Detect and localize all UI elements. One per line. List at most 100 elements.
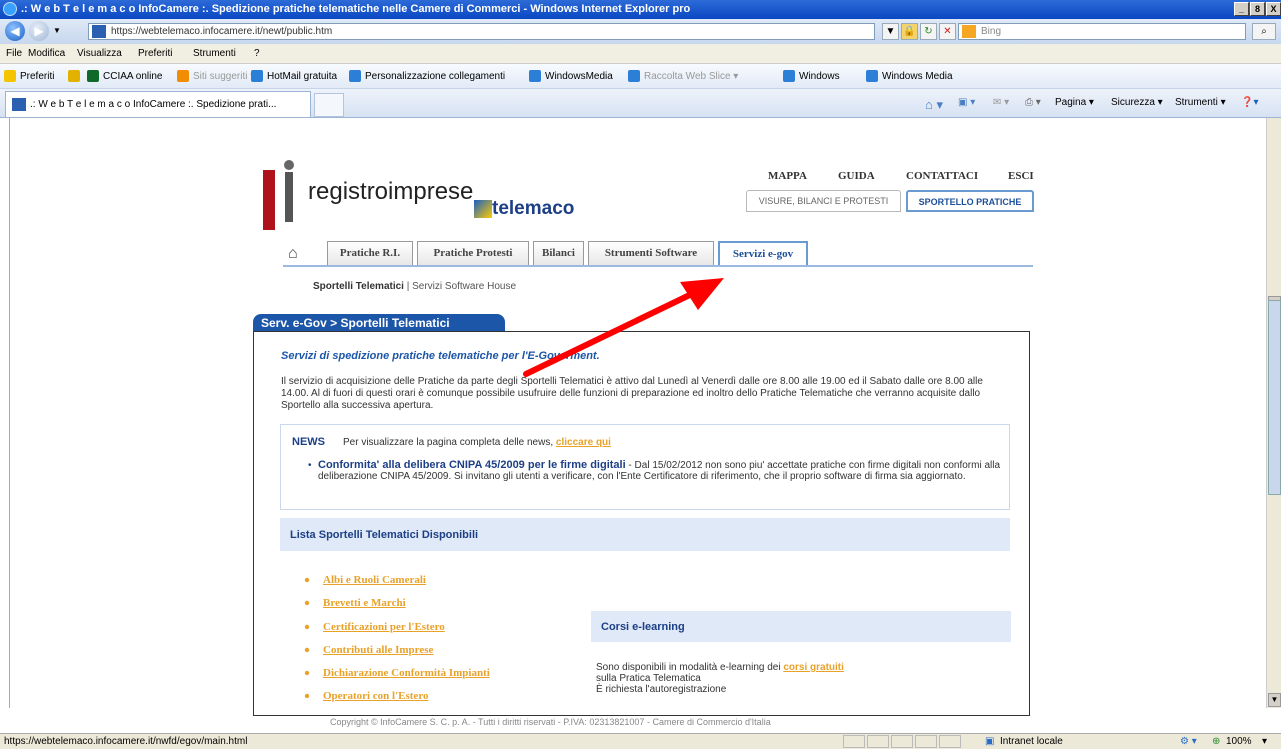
sportello-link[interactable]: Contributi alle Imprese xyxy=(323,644,433,656)
status-pane xyxy=(843,735,865,748)
fav-windows-media[interactable]: Windows Media xyxy=(882,71,953,82)
sportello-link[interactable]: Brevetti e Marchi xyxy=(323,597,406,609)
command-page[interactable]: Pagina ▾ xyxy=(1055,97,1094,108)
corsi-line1: Sono disponibili in modalità e-learning … xyxy=(596,662,781,673)
tab-pratiche-ri[interactable]: Pratiche R.I. xyxy=(327,241,413,265)
fav-suggested[interactable]: Siti suggeriti ▾ xyxy=(193,71,255,82)
suggested-sites-icon xyxy=(177,70,189,82)
subnav-sportelli[interactable]: Sportelli Telematici xyxy=(313,281,404,292)
menu-view[interactable]: Visualizza xyxy=(77,48,122,59)
telemaco-logo[interactable]: telemaco xyxy=(492,198,574,220)
portal-visure-button[interactable]: VISURE, BILANCI E PROTESTI xyxy=(746,190,901,212)
favorites-bar: Preferiti CCIAA online Siti suggeriti ▾ … xyxy=(0,64,1281,89)
list-item[interactable]: Dichiarazione Conformità Impianti xyxy=(303,667,490,679)
scrollbar-thumb[interactable] xyxy=(1268,300,1281,495)
stop-icon[interactable]: ✕ xyxy=(939,23,956,40)
address-bar[interactable]: https://webtelemaco.infocamere.it/newt/p… xyxy=(88,23,875,40)
close-button[interactable]: X xyxy=(1266,2,1281,16)
ie-page-icon xyxy=(866,70,878,82)
link-mappa[interactable]: MAPPA xyxy=(768,170,807,182)
menu-favorites[interactable]: Preferiti xyxy=(138,48,172,59)
status-zoom[interactable]: 100% xyxy=(1226,736,1252,747)
scroll-down-icon[interactable]: ▼ xyxy=(1268,693,1281,707)
fav-personalize[interactable]: Personalizzazione collegamenti xyxy=(365,71,505,82)
bullet-icon xyxy=(304,647,310,653)
menu-help[interactable]: ? xyxy=(254,48,260,59)
nav-underline xyxy=(283,265,1033,267)
print-icon[interactable]: ⎙ ▾ xyxy=(1025,97,1041,108)
address-dropdown-icon[interactable]: ▼ xyxy=(882,23,899,40)
search-placeholder: Bing xyxy=(981,26,1002,37)
menu-edit[interactable]: Modifica xyxy=(28,48,65,59)
status-pane xyxy=(867,735,889,748)
vertical-scrollbar[interactable]: ▲ ▼ xyxy=(1266,118,1281,708)
zoom-icon[interactable]: ⊕ xyxy=(1212,736,1220,747)
fav-hotmail[interactable]: HotMail gratuita xyxy=(267,71,337,82)
list-item[interactable]: Operatori con l'Estero xyxy=(303,690,429,702)
history-dropdown-icon[interactable]: ▼ xyxy=(53,26,61,35)
news-link[interactable]: cliccare qui xyxy=(556,437,611,448)
protected-mode-icon[interactable]: ⚙ ▾ xyxy=(1180,736,1197,747)
feeds-icon[interactable]: ▣ ▾ xyxy=(958,97,975,108)
sportello-link[interactable]: Dichiarazione Conformità Impianti xyxy=(323,667,490,679)
search-box[interactable]: Bing xyxy=(958,23,1246,40)
favorites-star-icon xyxy=(4,70,16,82)
ie-page-icon xyxy=(349,70,361,82)
tab-pratiche-protesti[interactable]: Pratiche Protesti xyxy=(417,241,529,265)
add-favorite-icon[interactable] xyxy=(68,70,80,82)
list-item[interactable]: Brevetti e Marchi xyxy=(303,597,406,609)
panel-description: Il servizio di acquisizione delle Pratic… xyxy=(281,376,983,411)
menu-file[interactable]: File xyxy=(6,48,22,59)
subnav-software-house[interactable]: Servizi Software House xyxy=(412,281,516,292)
help-icon[interactable]: ❓▾ xyxy=(1241,97,1258,108)
list-item[interactable]: Contributi alle Imprese xyxy=(303,644,433,656)
corsi-line3: È richiesta l'autoregistrazione xyxy=(596,684,727,695)
link-esci[interactable]: ESCI xyxy=(1008,170,1034,182)
corsi-text: Sono disponibili in modalità e-learning … xyxy=(596,662,844,695)
maximize-button[interactable]: 8 xyxy=(1250,2,1265,16)
sportello-link[interactable]: Certificazioni per l'Estero xyxy=(323,621,445,633)
browser-tab[interactable]: .: W e b T e l e m a c o InfoCamere :. S… xyxy=(5,91,311,117)
favorites-button[interactable]: Preferiti xyxy=(20,71,54,82)
corsi-header: Corsi e-learning xyxy=(591,611,1011,642)
address-url[interactable]: https://webtelemaco.infocamere.it/newt/p… xyxy=(111,26,332,37)
forward-button[interactable]: ▶ xyxy=(29,21,49,41)
sportello-link[interactable]: Albi e Ruoli Camerali xyxy=(323,574,426,586)
sportello-link[interactable]: Operatori con l'Estero xyxy=(323,690,429,702)
news-item-title[interactable]: Conformita' alla delibera CNIPA 45/2009 … xyxy=(318,459,626,471)
command-security[interactable]: Sicurezza ▾ xyxy=(1111,97,1163,108)
portal-sportello-button[interactable]: SPORTELLO PRATICHE xyxy=(906,190,1034,212)
command-tools[interactable]: Strumenti ▾ xyxy=(1175,97,1226,108)
mail-icon[interactable]: ✉ ▾ xyxy=(993,97,1009,108)
tab-bilanci[interactable]: Bilanci xyxy=(533,241,584,265)
list-item[interactable]: Albi e Ruoli Camerali xyxy=(303,574,426,586)
registroimprese-logo[interactable]: registroimprese xyxy=(308,178,473,206)
home-icon[interactable]: ⌂ ▾ xyxy=(925,97,943,113)
lock-icon[interactable]: 🔒 xyxy=(901,23,918,40)
corsi-link[interactable]: corsi gratuiti xyxy=(783,662,844,673)
menu-tools[interactable]: Strumenti xyxy=(193,48,236,59)
fav-windows[interactable]: Windows xyxy=(799,71,840,82)
intranet-icon: ▣ xyxy=(985,736,995,747)
home-icon[interactable]: ⌂ xyxy=(288,245,308,263)
ie-page-icon xyxy=(783,70,795,82)
search-button[interactable]: ⌕ xyxy=(1252,23,1276,40)
logo-i xyxy=(285,172,293,222)
back-button[interactable]: ◀ xyxy=(5,21,25,41)
tab-strumenti-software[interactable]: Strumenti Software xyxy=(588,241,714,265)
fav-windowsmedia[interactable]: WindowsMedia xyxy=(545,71,613,82)
status-pane xyxy=(891,735,913,748)
zoom-dropdown-icon[interactable]: ▾ xyxy=(1262,736,1267,747)
refresh-icon[interactable]: ↻ xyxy=(920,23,937,40)
browser-window: { "window": {"title": ".: W e b T e l e … xyxy=(0,0,1281,749)
address-toolbar: ◀ ▶ ▼ https://webtelemaco.infocamere.it/… xyxy=(0,19,1281,44)
fav-cciaa[interactable]: CCIAA online xyxy=(103,71,162,82)
minimize-button[interactable]: _ xyxy=(1234,2,1249,16)
link-contattaci[interactable]: CONTATTACI xyxy=(906,170,978,182)
list-item[interactable]: Certificazioni per l'Estero xyxy=(303,621,445,633)
new-tab-button[interactable] xyxy=(314,93,344,117)
fav-webslice[interactable]: Raccolta Web Slice ▾ xyxy=(644,71,738,82)
tab-servizi-egov[interactable]: Servizi e-gov xyxy=(718,241,808,265)
link-guida[interactable]: GUIDA xyxy=(838,170,875,182)
news-bullet: • xyxy=(308,460,312,471)
